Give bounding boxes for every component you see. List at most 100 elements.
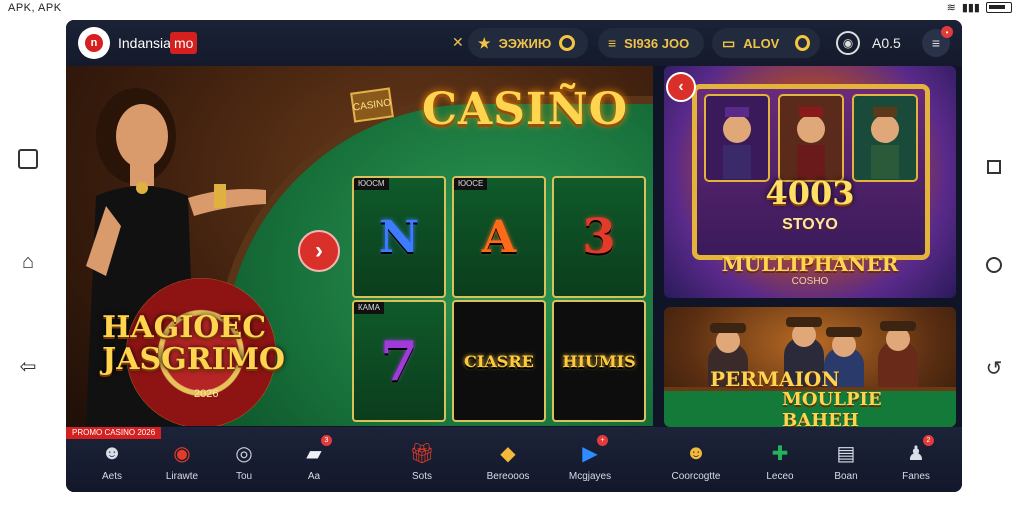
ticket-icon: ▤	[836, 442, 856, 465]
back-button-right[interactable]: ↺	[980, 354, 1008, 382]
home-button-right[interactable]	[980, 251, 1008, 279]
gift-icon: 🎁︎	[409, 442, 435, 465]
card-subtext: STOYO	[782, 216, 838, 233]
nav-label: Coorcogtte	[671, 471, 721, 482]
nav-badge: 2	[923, 435, 934, 446]
app-logo[interactable]: n	[78, 27, 110, 59]
card2-line-1: PERMAION	[710, 367, 840, 391]
slot-symbol: HIUMIS	[562, 351, 636, 371]
roulette-icon: ◉	[173, 442, 191, 465]
circle-icon	[986, 257, 1002, 273]
play-icon: ▶ +	[576, 435, 608, 467]
slot-tile[interactable]: A ЮОСЕ	[452, 176, 546, 298]
recent-apps-button-right[interactable]	[980, 153, 1008, 181]
star-icon: ★	[478, 34, 491, 51]
coins-value: ЭЭЖИЮ	[498, 35, 552, 51]
coins-balance[interactable]: ★ ЭЭЖИЮ	[468, 28, 588, 58]
slot-tile[interactable]: 3	[552, 176, 646, 298]
home-icon: ⌂	[21, 250, 35, 273]
wallet-balance[interactable]: ▭ ALOV	[712, 28, 820, 58]
prev-button[interactable]: ‹	[666, 72, 696, 102]
brand-name: Indansia	[118, 35, 171, 51]
logo-icon: n	[85, 34, 103, 52]
back-arrow-icon: ⇦	[19, 355, 37, 378]
bottom-nav: PROMO CASINO 2026 ☻ Aets ◉ Lirawte ◎ Tou ▰ 3 Aa 🎁…	[66, 427, 962, 492]
nav-item-mcgjayes[interactable]: ▶ + Mcgjayes	[560, 435, 620, 489]
slot-tile[interactable]: HIUMIS	[552, 300, 646, 422]
menu-button[interactable]: ≡ •	[922, 26, 953, 57]
promo-strip: PROMO CASINO 2026	[66, 427, 162, 439]
nav-item-coorcogtte[interactable]: ☻ Coorcogtte	[666, 439, 726, 489]
battery-icon	[986, 2, 1012, 13]
nav-label: Mcgjayes	[568, 471, 612, 482]
menu-icon: ≡	[931, 35, 941, 51]
nav-label: Boan	[834, 471, 858, 482]
main-banner[interactable]: CASINO CASIÑO › N ЮОСМ A ЮОСЕ 3 7 КАМА CIASRE HI…	[66, 66, 653, 426]
slot-tile[interactable]: N ЮОСМ	[352, 176, 446, 298]
left-system-nav: ⌂ ⇦	[0, 18, 66, 512]
promo-line-2: JASGRIMO	[102, 342, 286, 377]
slot-symbol: N	[378, 211, 420, 263]
back-button[interactable]: ⇦	[14, 352, 42, 380]
cards-icon: ▰ 3	[300, 435, 332, 467]
nav-item-leceo[interactable]: ✚ Leceo	[750, 439, 810, 489]
slot-tile[interactable]: CIASRE	[452, 300, 546, 422]
slot-tile[interactable]: 7 КАМА	[352, 300, 446, 422]
nav-label: Leceo	[766, 471, 794, 482]
next-button[interactable]: ›	[298, 230, 340, 272]
poker-table-card[interactable]: PERMAION MOULPIE BAHEH	[664, 307, 956, 427]
slot-symbol: CIASRE	[464, 351, 534, 371]
nav-label: Sots	[411, 471, 432, 482]
wallet-value: ALOV	[743, 35, 780, 51]
chevron-right-icon: ›	[315, 237, 323, 264]
promo-logo: HAGIOEC JASGRIMO	[102, 312, 342, 376]
promo-line-1: HAGIOEC	[102, 310, 267, 345]
chips-value: SI936 JOO	[624, 35, 690, 51]
status-text: APK, APK	[8, 2, 62, 14]
square-icon	[18, 149, 38, 169]
nav-label: Lirawte	[165, 471, 199, 482]
nav-item-aa[interactable]: ▰ 3 Aa	[284, 435, 344, 489]
nav-badge: 3	[321, 435, 332, 446]
nav-item-bereooos[interactable]: ◆ Bereooos	[478, 439, 538, 489]
level-value: A0.5	[872, 35, 901, 51]
chevron-left-icon[interactable]: ✕	[452, 34, 464, 51]
profile-button[interactable]: ◉	[836, 31, 860, 55]
right-system-nav: ↺	[962, 18, 1024, 512]
casino-plate: CASINO	[350, 87, 394, 123]
card-jackpot: 4003	[765, 174, 855, 212]
nav-label: Bereooos	[486, 471, 530, 482]
status-icons: ≋ ▮▮▮	[947, 1, 1012, 14]
nav-label: Fanes	[902, 471, 930, 482]
nav-item-lirawte[interactable]: ◉ Lirawte	[152, 439, 212, 489]
nav-item-sots[interactable]: 🎁︎ Sots	[392, 439, 452, 489]
casino-title: CASIÑO	[422, 84, 629, 135]
system-status-bar: APK, APK ≋ ▮▮▮	[0, 0, 1024, 18]
casino-app: n Indansia mo ✕ ★ ЭЭЖИЮ ≡ SI936 JOO ▭ AL…	[66, 20, 962, 492]
top-bar: n Indansia mo ✕ ★ ЭЭЖИЮ ≡ SI936 JOO ▭ AL…	[66, 20, 962, 66]
nav-label: Tou	[235, 471, 253, 482]
nav-item-boan[interactable]: ▤ Boan	[816, 439, 876, 489]
home-button[interactable]: ⌂	[14, 248, 42, 276]
slot-tag: ЮОСЕ	[454, 178, 488, 190]
chips-balance[interactable]: ≡ SI936 JOO	[598, 28, 704, 58]
nav-item-aets[interactable]: ☻ Aets	[82, 439, 142, 489]
coin-icon	[795, 35, 810, 51]
nav-item-tou[interactable]: ◎ Tou	[214, 439, 274, 489]
wifi-icon: ≋	[946, 2, 956, 14]
nav-label: Aa	[307, 471, 321, 482]
slot-tag: ЮОСМ	[354, 178, 389, 190]
nav-badge: +	[597, 435, 608, 446]
nav-label: Aets	[101, 471, 122, 482]
recent-apps-button[interactable]	[14, 145, 42, 173]
person-icon: ♟ 2	[902, 435, 934, 467]
nav-item-fanes[interactable]: ♟ 2 Fanes	[886, 435, 946, 489]
slot-tag: КАМА	[354, 302, 384, 314]
chip-icon: ◎	[235, 442, 253, 465]
coin-icon	[559, 35, 576, 51]
trophy-icon: ☻	[685, 441, 707, 464]
signal-icon: ▮▮▮	[961, 2, 980, 14]
featured-slot-card[interactable]: ‹ 4003 STOYO MULLIPHANER COSHO	[664, 66, 956, 298]
stack-icon: ≡	[608, 35, 617, 51]
back-curve-icon: ↺	[985, 357, 1003, 380]
